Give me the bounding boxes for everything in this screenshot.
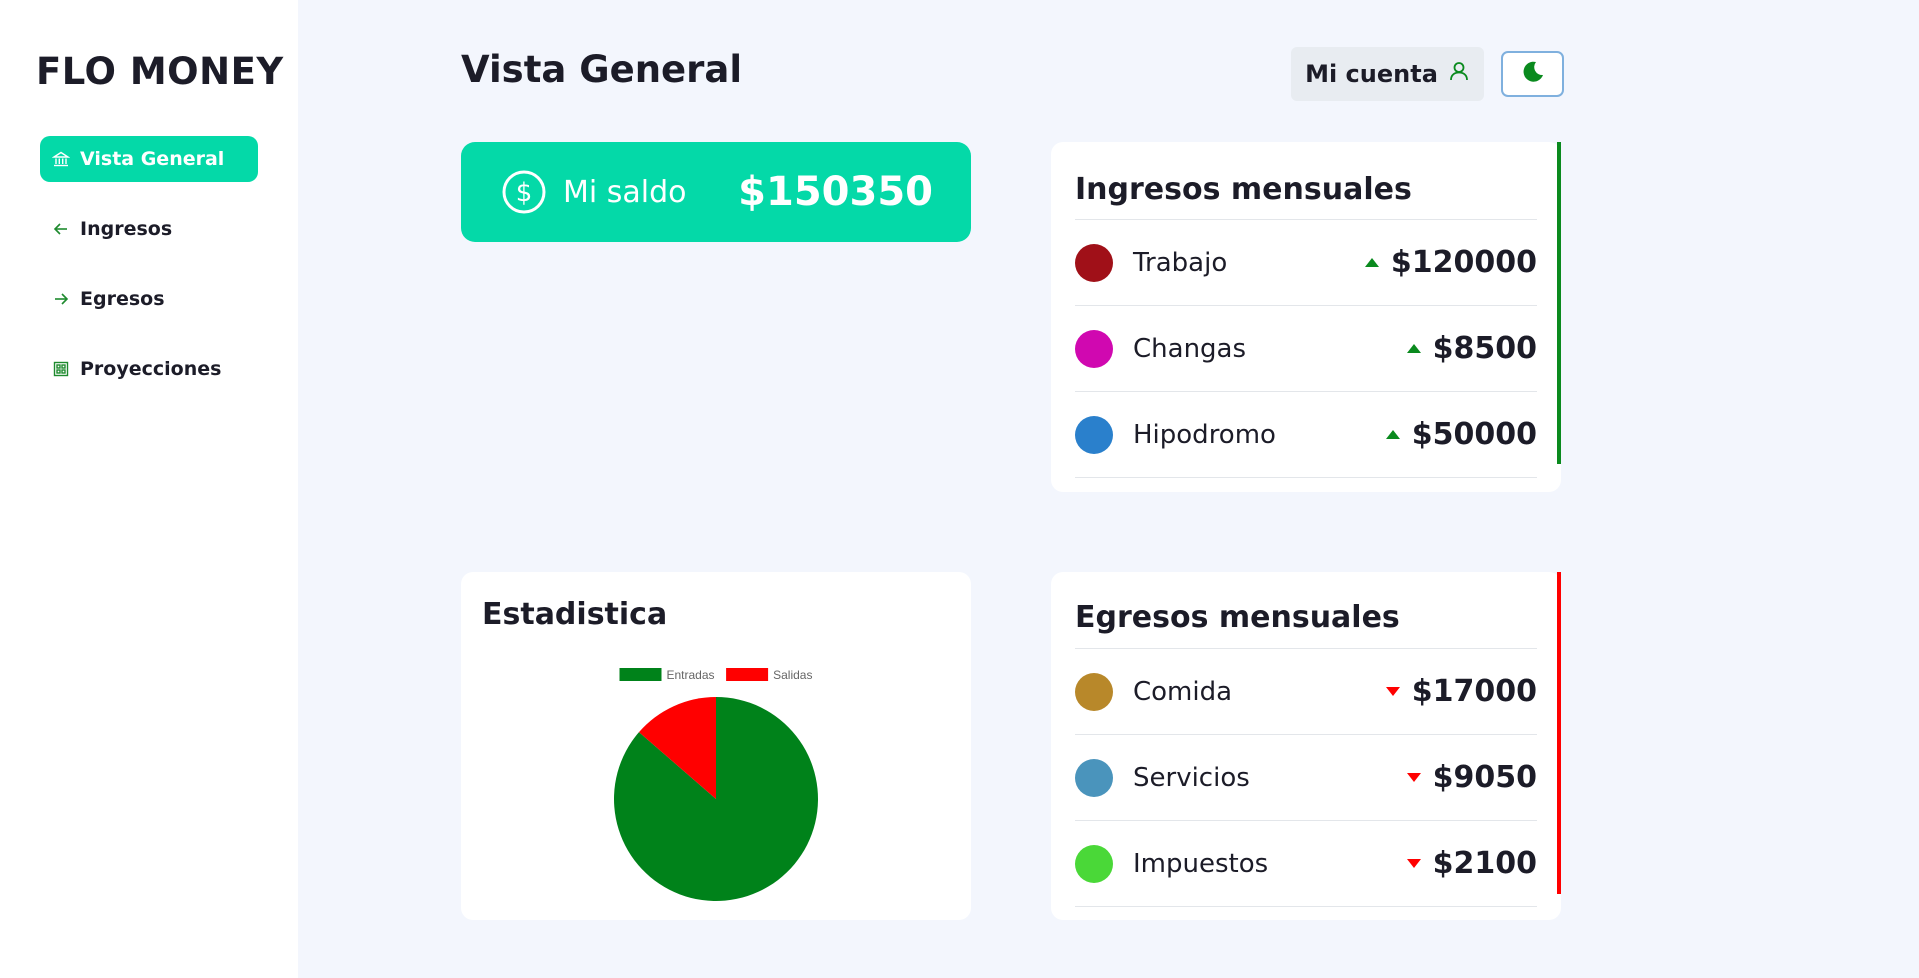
sidebar-item-egresos[interactable]: Egresos	[40, 276, 258, 322]
page-title: Vista General	[461, 48, 743, 91]
moon-icon	[1520, 59, 1546, 89]
category-label: Servicios	[1133, 762, 1250, 793]
sidebar-item-ingresos[interactable]: Ingresos	[40, 206, 258, 252]
category-label: Changas	[1133, 333, 1247, 364]
stats-panel: Estadistica Entradas Salidas	[461, 572, 971, 920]
sidebar-item-vista-general[interactable]: Vista General	[40, 136, 258, 182]
list-item: Hipodromo $50000	[1075, 392, 1537, 478]
category-value: $9050	[1432, 760, 1537, 795]
account-label: Mi cuenta	[1305, 60, 1438, 88]
category-label: Comida	[1133, 676, 1233, 707]
income-panel: Ingresos mensuales Trabajo $120000 Chang…	[1051, 142, 1561, 492]
category-dot	[1075, 672, 1113, 711]
category-dot	[1075, 329, 1113, 368]
legend-swatch[interactable]	[619, 668, 662, 681]
grid-icon	[52, 360, 70, 378]
category-dot	[1075, 844, 1113, 883]
sidebar-item-label: Vista General	[80, 148, 225, 170]
category-value: $2100	[1432, 846, 1537, 881]
category-dot	[1075, 243, 1113, 282]
brand-logo: FLO MONEY	[36, 50, 284, 93]
list-item: Trabajo $120000	[1075, 220, 1537, 306]
category-label: Hipodromo	[1133, 419, 1276, 450]
bank-icon	[52, 150, 70, 168]
arrow-left-icon	[52, 220, 70, 238]
category-value: $50000	[1411, 417, 1537, 452]
legend-swatch[interactable]	[726, 668, 769, 681]
arrow-right-icon	[52, 290, 70, 308]
category-dot	[1075, 758, 1113, 797]
category-label: Impuestos	[1133, 848, 1269, 879]
list-item: Comida $17000	[1075, 649, 1537, 735]
balance-card: $ Mi saldo $150350	[461, 142, 971, 242]
list-item: Changas $8500	[1075, 306, 1537, 392]
user-icon	[1448, 60, 1470, 88]
svg-text:$: $	[516, 178, 533, 208]
list-item: Impuestos $2100	[1075, 821, 1537, 907]
income-title: Ingresos mensuales	[1075, 142, 1537, 220]
legend-label: Entradas	[667, 668, 715, 682]
theme-toggle-button[interactable]	[1501, 51, 1564, 97]
pie-chart: Entradas Salidas	[614, 668, 818, 901]
category-dot	[1075, 415, 1113, 454]
balance-value: $150350	[738, 169, 933, 215]
expenses-title: Egresos mensuales	[1075, 572, 1537, 649]
account-button[interactable]: Mi cuenta	[1291, 47, 1484, 101]
category-label: Trabajo	[1133, 247, 1228, 278]
balance-label: Mi saldo	[563, 174, 687, 210]
dollar-circle-icon: $	[501, 169, 547, 215]
list-item: Servicios $9050	[1075, 735, 1537, 821]
trend-up-icon	[1364, 258, 1379, 267]
trend-down-icon	[1406, 859, 1421, 868]
expenses-accent-bar	[1557, 572, 1561, 894]
category-value: $17000	[1411, 674, 1537, 709]
income-accent-bar	[1557, 142, 1561, 464]
sidebar-item-label: Ingresos	[80, 218, 173, 240]
expenses-panel: Egresos mensuales Comida $17000 Servicio…	[1051, 572, 1561, 920]
category-value: $8500	[1432, 331, 1537, 366]
trend-up-icon	[1406, 344, 1421, 353]
category-value: $120000	[1390, 245, 1537, 280]
trend-up-icon	[1385, 430, 1400, 439]
sidebar-item-label: Proyecciones	[80, 358, 222, 380]
legend-label: Salidas	[773, 668, 812, 682]
sidebar: FLO MONEY Vista General Ingresos Egresos…	[0, 0, 298, 978]
trend-down-icon	[1406, 773, 1421, 782]
sidebar-item-proyecciones[interactable]: Proyecciones	[40, 346, 258, 392]
sidebar-item-label: Egresos	[80, 288, 165, 310]
trend-down-icon	[1385, 687, 1400, 696]
